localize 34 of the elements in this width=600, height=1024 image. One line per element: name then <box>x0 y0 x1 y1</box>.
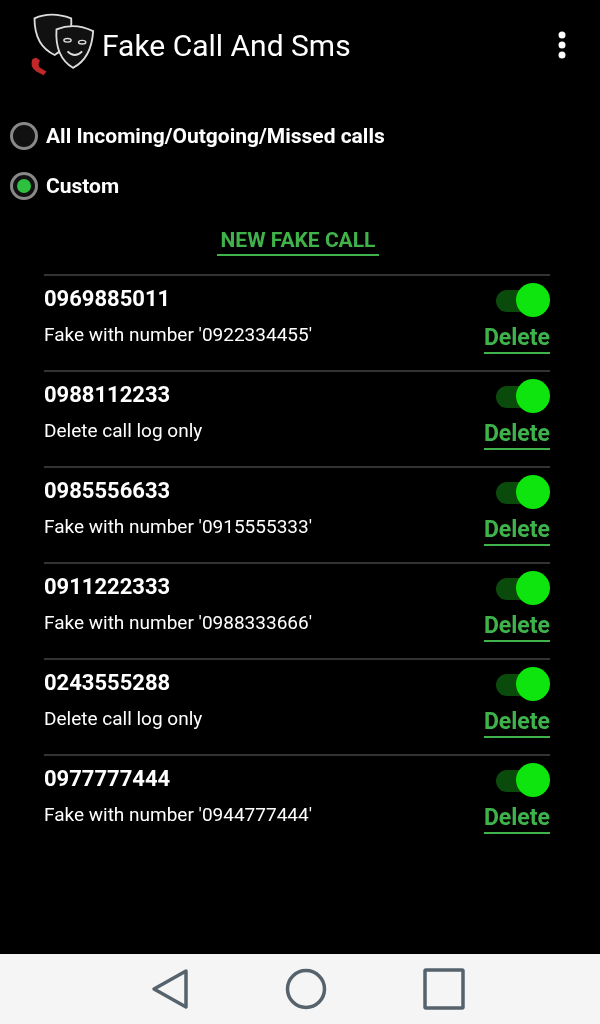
more-options-icon[interactable] <box>558 31 566 59</box>
delete-link[interactable]: Delete <box>483 708 550 738</box>
toggle-switch[interactable] <box>494 666 550 702</box>
phone-number: 0977777444 <box>44 766 172 791</box>
delete-link[interactable]: Delete <box>483 324 550 354</box>
delete-link[interactable]: Delete <box>483 516 550 546</box>
radio-label[interactable]: All Incoming/Outgoing/Missed calls <box>46 124 385 148</box>
new-fake-call-button[interactable]: NEW FAKE CALL <box>216 224 380 256</box>
back-icon[interactable] <box>151 968 189 1010</box>
call-description: Fake with number '0915555333' <box>44 515 312 538</box>
call-description: Delete call log only <box>44 419 203 442</box>
delete-link[interactable]: Delete <box>483 420 550 450</box>
toggle-switch[interactable] <box>494 570 550 606</box>
toggle-switch[interactable] <box>494 378 550 414</box>
phone-number: 0988112233 <box>44 382 172 407</box>
call-description: Fake with number '0922334455' <box>44 323 312 346</box>
toggle-switch[interactable] <box>494 762 550 798</box>
radio-label[interactable]: Custom <box>46 174 120 198</box>
home-icon[interactable] <box>285 968 327 1010</box>
delete-link[interactable]: Delete <box>483 804 550 834</box>
call-description: Delete call log only <box>44 707 203 730</box>
app-title: Fake Call And Sms <box>102 27 352 63</box>
phone-number: 0911222333 <box>44 574 172 599</box>
phone-number: 0969885011 <box>44 286 172 311</box>
radio-button[interactable] <box>10 172 38 200</box>
toggle-switch[interactable] <box>494 282 550 318</box>
toggle-switch[interactable] <box>494 474 550 510</box>
delete-link[interactable]: Delete <box>483 612 550 642</box>
radio-button[interactable] <box>10 122 38 150</box>
phone-number: 0243555288 <box>44 670 172 695</box>
recents-icon[interactable] <box>423 968 465 1010</box>
phone-number: 0985556633 <box>44 478 172 503</box>
call-description: Fake with number '0988333666' <box>44 611 312 634</box>
call-description: Fake with number '0944777444' <box>44 803 312 826</box>
